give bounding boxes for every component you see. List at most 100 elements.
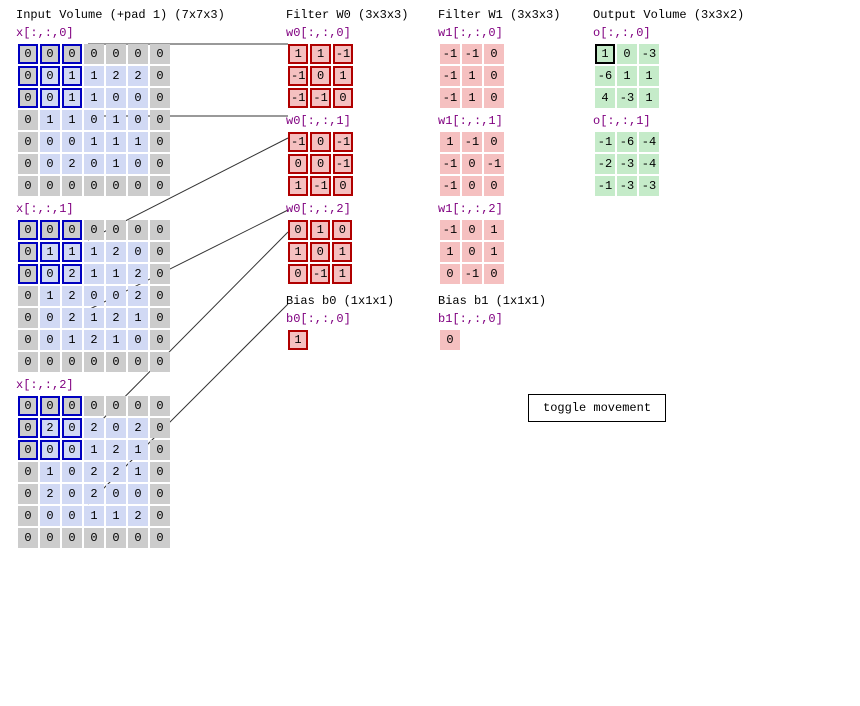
input-grid-x0: 0000000001122000110000110100000111000201… xyxy=(16,42,172,198)
grid-cell: 0 xyxy=(84,176,104,196)
grid-cell: -3 xyxy=(639,176,659,196)
w1-grid-2: -1011010-10 xyxy=(438,218,506,286)
grid-cell: -3 xyxy=(639,44,659,64)
grid-cell: 0 xyxy=(18,396,38,416)
grid-cell: -3 xyxy=(617,88,637,108)
grid-cell: -6 xyxy=(617,132,637,152)
grid-cell: -1 xyxy=(440,176,460,196)
grid-cell: -6 xyxy=(595,66,615,86)
grid-cell: 0 xyxy=(18,330,38,350)
input-slice-2: x[:,:,2] 0000000020202000012100102210020… xyxy=(16,378,225,550)
grid-cell: 0 xyxy=(40,88,60,108)
grid-cell: 0 xyxy=(62,176,82,196)
grid-cell: 0 xyxy=(18,484,38,504)
grid-cell: 0 xyxy=(484,66,504,86)
grid-cell: 0 xyxy=(106,396,126,416)
grid-cell: 0 xyxy=(40,264,60,284)
grid-cell: 1 xyxy=(84,88,104,108)
toggle-button[interactable]: toggle movement xyxy=(528,394,666,422)
grid-cell: 0 xyxy=(150,44,170,64)
grid-cell: 0 xyxy=(150,88,170,108)
grid-cell: 1 xyxy=(462,66,482,86)
grid-cell: 2 xyxy=(40,484,60,504)
grid-cell: 0 xyxy=(106,286,126,306)
grid-cell: -1 xyxy=(288,132,308,152)
grid-cell: 0 xyxy=(462,154,482,174)
input-slice-1: x[:,:,1] 0000000011120000211200120020002… xyxy=(16,202,225,374)
grid-cell: 2 xyxy=(128,418,148,438)
grid-cell: 0 xyxy=(84,220,104,240)
grid-cell: 0 xyxy=(106,220,126,240)
grid-cell: 0 xyxy=(150,176,170,196)
grid-cell: -1 xyxy=(595,132,615,152)
grid-cell: 0 xyxy=(128,484,148,504)
grid-cell: 0 xyxy=(310,66,330,86)
grid-cell: 1 xyxy=(62,66,82,86)
grid-cell: 1 xyxy=(106,506,126,526)
grid-cell: 1 xyxy=(310,44,330,64)
grid-cell: 1 xyxy=(310,220,330,240)
grid-cell: 1 xyxy=(288,330,308,350)
grid-cell: 0 xyxy=(310,132,330,152)
grid-cell: -1 xyxy=(440,220,460,240)
grid-cell: 0 xyxy=(18,66,38,86)
grid-cell: 1 xyxy=(288,176,308,196)
grid-cell: 0 xyxy=(484,176,504,196)
grid-cell: -1 xyxy=(310,88,330,108)
input-column: Input Volume (+pad 1) (7x7x3) x[:,:,0] 0… xyxy=(16,8,225,550)
grid-cell: 1 xyxy=(128,308,148,328)
grid-cell: 1 xyxy=(639,88,659,108)
w0-grid-1: -10-100-11-10 xyxy=(286,130,355,198)
grid-cell: 4 xyxy=(595,88,615,108)
w12-label: w1[:,:,2] xyxy=(438,202,560,216)
grid-cell: -1 xyxy=(333,154,353,174)
w1-grid-0: -1-10-110-110 xyxy=(438,42,506,110)
grid-cell: 0 xyxy=(484,264,504,284)
grid-cell: 0 xyxy=(62,132,82,152)
grid-cell: 0 xyxy=(18,242,38,262)
b0-title: Bias b0 (1x1x1) xyxy=(286,294,408,308)
grid-cell: 0 xyxy=(62,440,82,460)
grid-cell: 2 xyxy=(106,308,126,328)
grid-cell: 1 xyxy=(128,462,148,482)
grid-cell: 2 xyxy=(106,242,126,262)
grid-cell: 0 xyxy=(40,440,60,460)
grid-cell: -1 xyxy=(440,154,460,174)
grid-cell: 0 xyxy=(18,44,38,64)
grid-cell: 0 xyxy=(128,330,148,350)
grid-cell: 0 xyxy=(62,44,82,64)
grid-cell: 0 xyxy=(18,154,38,174)
grid-cell: -1 xyxy=(288,66,308,86)
grid-cell: 1 xyxy=(333,66,353,86)
grid-cell: 0 xyxy=(40,352,60,372)
grid-cell: 0 xyxy=(128,396,148,416)
w00-label: w0[:,:,0] xyxy=(286,26,408,40)
grid-cell: 0 xyxy=(288,220,308,240)
grid-cell: -1 xyxy=(440,66,460,86)
grid-cell: 0 xyxy=(440,264,460,284)
b1-label: b1[:,:,0] xyxy=(438,312,560,326)
grid-cell: 0 xyxy=(18,440,38,460)
w1-title: Filter W1 (3x3x3) xyxy=(438,8,560,22)
grid-cell: 0 xyxy=(106,352,126,372)
grid-cell: 0 xyxy=(128,110,148,130)
grid-cell: 1 xyxy=(84,506,104,526)
grid-cell: 0 xyxy=(150,506,170,526)
grid-cell: 1 xyxy=(84,242,104,262)
grid-cell: 0 xyxy=(18,286,38,306)
input-grid-x2: 0000000020202000012100102210020200000011… xyxy=(16,394,172,550)
grid-cell: 1 xyxy=(332,264,352,284)
w0-grid-2: 0101010-11 xyxy=(286,218,354,286)
grid-cell: 1 xyxy=(440,242,460,262)
grid-cell: 0 xyxy=(40,506,60,526)
grid-cell: 1 xyxy=(62,110,82,130)
grid-cell: 1 xyxy=(84,132,104,152)
grid-cell: 0 xyxy=(40,176,60,196)
grid-cell: -1 xyxy=(462,264,482,284)
diagram-container: Input Volume (+pad 1) (7x7x3) x[:,:,0] 0… xyxy=(8,8,860,698)
grid-cell: 1 xyxy=(62,330,82,350)
grid-cell: 0 xyxy=(128,88,148,108)
w0-title: Filter W0 (3x3x3) xyxy=(286,8,408,22)
grid-cell: 0 xyxy=(150,352,170,372)
grid-cell: 0 xyxy=(150,440,170,460)
